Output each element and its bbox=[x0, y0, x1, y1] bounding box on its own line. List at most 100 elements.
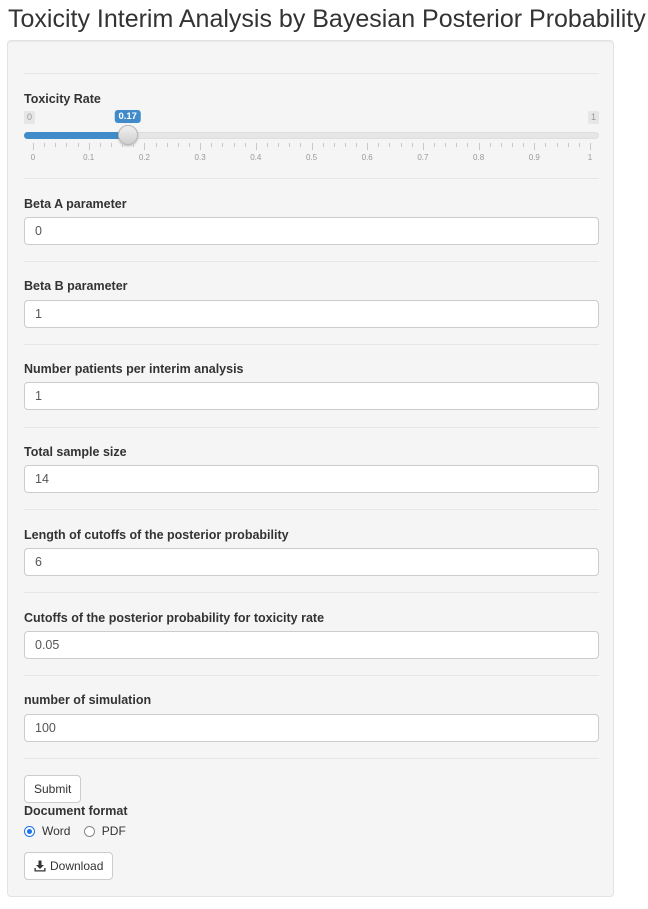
slider-tick-label: 0.1 bbox=[83, 153, 95, 162]
slider-minor-tick bbox=[266, 143, 268, 147]
radio-label-word: Word bbox=[42, 824, 71, 838]
slider-tick-label: 0.5 bbox=[305, 153, 318, 162]
slider-minor-tick bbox=[233, 143, 235, 147]
slider-minor-tick bbox=[356, 143, 358, 147]
divider bbox=[24, 261, 599, 262]
slider-minor-tick bbox=[322, 143, 324, 147]
divider bbox=[24, 592, 599, 593]
slider-minor-tick bbox=[333, 143, 335, 147]
slider-minor-tick bbox=[155, 143, 157, 147]
toxicity-rate-label: Toxicity Rate bbox=[24, 92, 101, 106]
slider-major-tick bbox=[88, 143, 90, 150]
cutoffs-input[interactable]: 0.05 bbox=[24, 631, 599, 659]
slider-minor-tick bbox=[99, 143, 101, 147]
divider bbox=[24, 178, 599, 179]
radio-button-pdf[interactable] bbox=[83, 825, 95, 837]
slider-major-tick bbox=[200, 143, 202, 150]
slider-minor-tick bbox=[389, 143, 391, 147]
slider-tick-label: 0.9 bbox=[528, 153, 540, 162]
slider-major-tick bbox=[255, 143, 257, 150]
slider-minor-tick bbox=[133, 143, 135, 147]
slider-minor-tick bbox=[512, 143, 514, 147]
slider-major-tick bbox=[422, 143, 424, 150]
slider-tick-label: 0.6 bbox=[361, 153, 373, 162]
slider-minor-tick bbox=[344, 143, 346, 147]
slider-minor-tick bbox=[211, 143, 213, 147]
divider bbox=[24, 73, 599, 74]
slider-tick-label: 1 bbox=[587, 153, 593, 162]
slider-minor-tick bbox=[278, 143, 280, 147]
slider-major-tick bbox=[311, 143, 313, 150]
slider-minor-tick bbox=[188, 143, 190, 147]
slider-minor-tick bbox=[300, 143, 302, 147]
slider-minor-tick bbox=[523, 143, 525, 147]
slider-minor-tick bbox=[434, 143, 436, 147]
slider-major-tick bbox=[590, 143, 591, 150]
slider-minor-tick bbox=[378, 143, 380, 147]
radio-option-word[interactable]: Word bbox=[24, 824, 70, 838]
radio-label-pdf: PDF bbox=[101, 824, 126, 838]
slider-handle[interactable] bbox=[117, 125, 138, 145]
radio-option-pdf[interactable]: PDF bbox=[83, 824, 126, 838]
divider bbox=[24, 344, 599, 345]
divider bbox=[24, 427, 599, 428]
total-sample-size-input[interactable]: 14 bbox=[24, 465, 599, 493]
slider-minor-tick bbox=[244, 143, 246, 147]
slider-major-tick bbox=[33, 143, 34, 150]
slider-tick-label: 0.4 bbox=[250, 153, 262, 162]
slider-tick-label: 0.3 bbox=[194, 153, 206, 162]
beta-a-input[interactable]: 0 bbox=[24, 217, 599, 245]
slider-minor-tick bbox=[77, 143, 79, 147]
toxicity-rate-slider[interactable]: 0 1 0.17 0 0.1 0.2 0.3 0.4 0.5 0.6 0.7 0.8 0.9 1 bbox=[24, 110, 599, 162]
slider-minor-tick bbox=[467, 143, 469, 147]
slider-minor-tick bbox=[110, 143, 112, 147]
total-sample-size-label: Total sample size bbox=[24, 445, 127, 459]
slider-major-tick bbox=[534, 143, 536, 150]
slider-value-label: 0.17 bbox=[114, 110, 141, 123]
num-simulation-input[interactable]: 100 bbox=[24, 714, 599, 742]
slider-minor-tick bbox=[222, 143, 224, 147]
download-button[interactable]: Download bbox=[24, 852, 114, 880]
slider-minor-tick bbox=[545, 143, 547, 147]
divider bbox=[24, 675, 599, 676]
cutoffs-length-input[interactable]: 6 bbox=[24, 548, 599, 576]
divider bbox=[24, 509, 599, 510]
patients-per-interim-label: Number patients per interim analysis bbox=[24, 362, 244, 376]
page-title: Toxicity Interim Analysis by Bayesian Po… bbox=[8, 5, 646, 33]
slider-minor-tick bbox=[44, 143, 46, 147]
slider-minor-tick bbox=[556, 143, 558, 147]
slider-major-tick bbox=[144, 143, 146, 150]
slider-tick-label: 0.8 bbox=[473, 153, 485, 162]
slider-minor-tick bbox=[177, 143, 179, 147]
submit-button[interactable]: Submit bbox=[24, 775, 82, 803]
slider-minor-tick bbox=[456, 143, 458, 147]
download-label: Download bbox=[50, 859, 104, 873]
slider-minor-tick bbox=[411, 143, 413, 147]
patients-per-interim-input[interactable]: 1 bbox=[24, 382, 599, 410]
document-format-label: Document format bbox=[24, 804, 128, 818]
radio-button-word[interactable] bbox=[24, 825, 35, 837]
slider-tick-label: 0 bbox=[30, 153, 36, 162]
download-icon bbox=[34, 860, 46, 872]
slider-major-tick bbox=[478, 143, 480, 150]
beta-b-input[interactable]: 1 bbox=[24, 300, 599, 328]
slider-minor-tick bbox=[166, 143, 168, 147]
slider-minor-tick bbox=[55, 143, 57, 147]
slider-minor-tick bbox=[500, 143, 502, 147]
cutoffs-length-label: Length of cutoffs of the posterior proba… bbox=[24, 528, 289, 542]
slider-ticks: 0 0.1 0.2 0.3 0.4 0.5 0.6 0.7 0.8 0.9 1 bbox=[24, 143, 599, 162]
slider-tick-label: 0.2 bbox=[138, 153, 150, 162]
slider-tick-label: 0.7 bbox=[417, 153, 429, 162]
divider bbox=[24, 758, 599, 759]
sidebar-panel: Toxicity Rate 0 1 0.17 0 0.1 0.2 0.3 0.4 0.5 0… bbox=[7, 40, 614, 897]
slider-fill bbox=[24, 132, 128, 139]
slider-min-label: 0 bbox=[24, 111, 36, 124]
slider-minor-tick bbox=[66, 143, 68, 147]
slider-minor-tick bbox=[122, 143, 124, 147]
slider-major-tick bbox=[367, 143, 369, 150]
cutoffs-label: Cutoffs of the posterior probability for… bbox=[24, 611, 325, 625]
beta-a-label: Beta A parameter bbox=[24, 197, 127, 211]
slider-minor-tick bbox=[567, 143, 569, 147]
slider-minor-tick bbox=[445, 143, 447, 147]
slider-max-label: 1 bbox=[587, 111, 599, 124]
